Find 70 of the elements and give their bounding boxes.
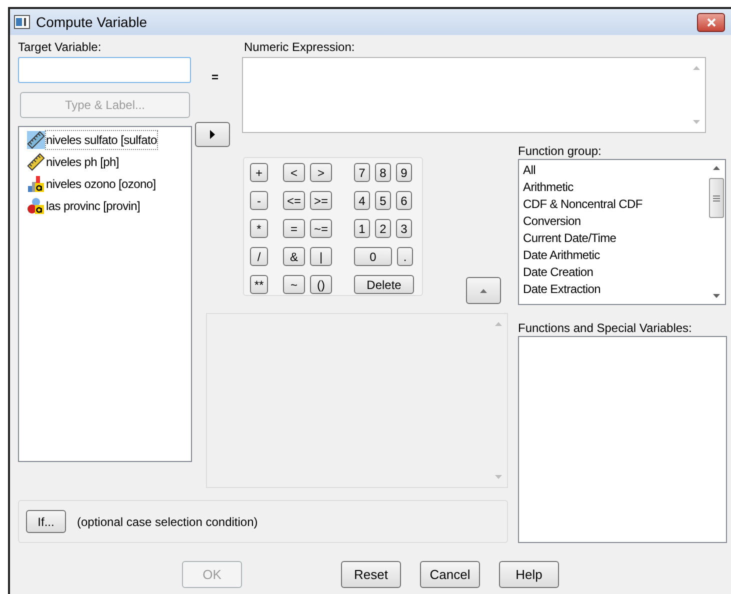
keypad-key[interactable]: & — [283, 247, 305, 266]
keypad-key[interactable]: - — [250, 191, 268, 210]
grip-icon — [713, 194, 720, 202]
function-group-item[interactable]: All — [523, 162, 708, 179]
keypad-key[interactable]: < — [283, 163, 305, 182]
variable-item[interactable]: niveles sulfato [sulfato — [27, 129, 191, 151]
keypad-key[interactable]: <= — [283, 191, 305, 210]
keypad-key[interactable]: 7 — [354, 163, 370, 182]
function-group-item[interactable]: Current Date/Time — [523, 230, 708, 247]
move-right-button[interactable] — [194, 122, 230, 147]
expression-textarea[interactable] — [242, 57, 706, 133]
if-button[interactable]: If... — [26, 510, 66, 533]
scroll-down-icon — [495, 475, 502, 479]
keypad-key[interactable]: 9 — [396, 163, 412, 182]
keypad-key[interactable]: > — [310, 163, 332, 182]
keypad-key[interactable]: 5 — [375, 191, 391, 210]
keypad-key[interactable]: = — [283, 219, 305, 238]
keypad-key[interactable]: . — [397, 247, 413, 266]
keypad-key[interactable]: 0 — [354, 247, 392, 266]
target-variable-input[interactable] — [18, 57, 191, 83]
bar-chart-icon — [27, 175, 45, 193]
keypad-key[interactable]: () — [310, 275, 332, 294]
arrow-right-icon — [210, 130, 214, 139]
keypad-key[interactable]: 3 — [396, 219, 412, 238]
scroll-down-icon — [713, 294, 720, 298]
circles-icon — [27, 197, 45, 215]
function-group-item[interactable]: Date Creation — [523, 264, 708, 281]
keypad-key[interactable]: 2 — [375, 219, 391, 238]
keypad-key[interactable]: 8 — [375, 163, 391, 182]
close-icon — [706, 18, 716, 26]
function-group-item[interactable]: Date Extraction — [523, 281, 708, 298]
equals-sign: = — [211, 69, 218, 86]
ruler-icon — [27, 131, 45, 149]
keypad-key[interactable]: ~= — [310, 219, 332, 238]
function-group-item[interactable]: Date Arithmetic — [523, 247, 708, 264]
keypad-key[interactable]: | — [310, 247, 332, 266]
move-up-button[interactable] — [466, 277, 501, 304]
scroll-up-icon — [693, 66, 700, 70]
keypad-key[interactable]: 6 — [396, 191, 412, 210]
keypad-key[interactable]: + — [250, 163, 268, 182]
scroll-thumb[interactable] — [709, 178, 724, 218]
keypad-key[interactable]: 1 — [354, 219, 370, 238]
dialog-button[interactable]: Reset — [341, 561, 401, 588]
function-group-item[interactable]: Conversion — [523, 213, 708, 230]
list-label: Functions and Special Variables: — [518, 320, 693, 335]
keypad-key[interactable]: * — [250, 219, 268, 238]
field-label: Numeric Expression: — [244, 39, 356, 56]
keypad-key[interactable]: / — [250, 247, 268, 266]
scroll-up-icon — [495, 322, 502, 326]
function-group-item[interactable]: Arithmetic — [523, 179, 708, 196]
list-label: Function group: — [518, 143, 602, 158]
close-button[interactable] — [697, 12, 725, 32]
window-title: Compute Variable — [36, 12, 148, 32]
function-group-item[interactable]: CDF & Noncentral CDF — [523, 196, 708, 213]
variable-item[interactable]: niveles ph [ph] — [27, 151, 191, 173]
dialog-button[interactable]: Help — [499, 561, 559, 588]
condition-hint: (optional case selection condition) — [77, 514, 258, 530]
keypad-key[interactable]: Delete — [354, 275, 414, 294]
variable-item[interactable]: niveles ozono [ozono] — [27, 173, 191, 195]
field-label: Target Variable: — [18, 39, 102, 56]
variable-item[interactable]: las provinc [provin] — [27, 195, 191, 217]
arrow-up-icon — [480, 288, 487, 292]
scroll-down-icon — [693, 120, 700, 124]
window-icon — [14, 15, 30, 29]
keypad-key[interactable]: ~ — [283, 275, 305, 294]
keypad-key[interactable]: 4 — [354, 191, 370, 210]
scroll-up-icon — [713, 166, 720, 170]
dialog-button[interactable]: Cancel — [420, 561, 480, 588]
keypad-key[interactable]: >= — [310, 191, 332, 210]
keypad-key[interactable]: ** — [250, 275, 268, 294]
